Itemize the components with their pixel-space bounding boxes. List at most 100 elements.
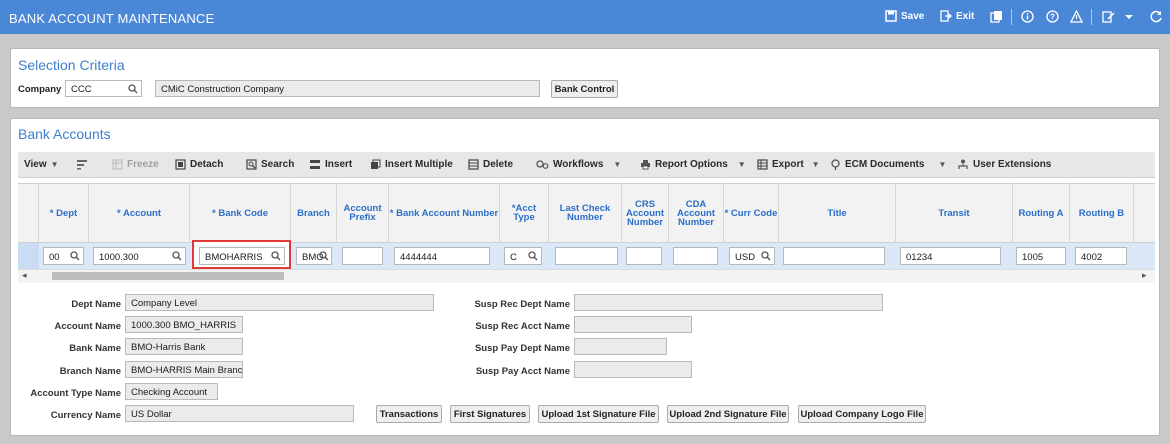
exit-button[interactable]: Exit [940, 10, 974, 22]
account-type-name-field: Checking Account [125, 383, 218, 400]
ecm-documents-menu[interactable]: ECM Documents ▼ [830, 159, 946, 170]
search-button[interactable]: Search [246, 159, 294, 170]
save-button[interactable]: Save [885, 10, 924, 22]
page-title: BANK ACCOUNT MAINTENANCE [9, 11, 215, 26]
upload-1st-signature-button[interactable]: Upload 1st Signature File [538, 405, 659, 423]
search-icon[interactable] [271, 251, 281, 261]
cda-account-number-input[interactable] [673, 247, 718, 265]
ecm-documents-icon [831, 159, 840, 170]
routing-b-input[interactable]: 4002 [1075, 247, 1127, 265]
susp-rec-acct-label: Susp Rec Acct Name [475, 321, 570, 332]
info-icon[interactable] [1021, 10, 1034, 23]
insert-multiple-label: Insert Multiple [385, 159, 453, 170]
chevron-down-icon: ▼ [613, 160, 622, 169]
save-label: Save [901, 10, 925, 22]
bank-code-input[interactable]: BMOHARRIS [199, 247, 285, 265]
insert-button[interactable]: Insert [309, 159, 352, 170]
bank-accounts-title: Bank Accounts [18, 126, 111, 142]
bank-account-number-input[interactable]: 4444444 [394, 247, 490, 265]
crs-account-number-input[interactable] [626, 247, 662, 265]
col-account-prefix[interactable]: Account Prefix [337, 183, 389, 243]
account-type-name-label: Account Type Name [30, 388, 121, 399]
view-menu[interactable]: View ▼ [24, 159, 59, 170]
search-icon[interactable] [528, 251, 538, 261]
search-icon[interactable] [172, 251, 182, 261]
row-selector[interactable] [18, 243, 39, 269]
col-crs-account-number[interactable]: CRS Account Number [622, 183, 669, 243]
insert-multiple-button[interactable]: Insert Multiple [370, 159, 453, 170]
user-extensions-button[interactable]: User Extensions [957, 159, 1051, 170]
col-transit[interactable]: Transit [896, 183, 1013, 243]
search-icon [246, 159, 257, 170]
col-curr-code[interactable]: * Curr Code [724, 183, 779, 243]
col-last-check-number[interactable]: Last Check Number [549, 183, 622, 243]
col-branch[interactable]: Branch [291, 183, 337, 243]
save-icon [885, 10, 897, 22]
col-routing-a[interactable]: Routing A [1013, 183, 1070, 243]
last-check-number-input[interactable] [555, 247, 618, 265]
branch-input[interactable]: BMO- [296, 247, 332, 265]
ecm-documents-label: ECM Documents [845, 159, 925, 170]
delete-button[interactable]: Delete [468, 159, 513, 170]
report-options-menu[interactable]: Report Options ▼ [640, 159, 746, 170]
exit-icon [940, 10, 952, 22]
susp-pay-acct-field [574, 361, 692, 378]
refresh-icon[interactable] [1150, 10, 1163, 23]
col-cda-account-number[interactable]: CDA Account Number [669, 183, 724, 243]
export-menu[interactable]: Export ▼ [757, 159, 820, 170]
col-bank-account-number[interactable]: * Bank Account Number [389, 183, 500, 243]
insert-row-icon [310, 160, 320, 169]
chevron-down-icon: ▼ [50, 160, 59, 169]
account-name-field: 1000.300 BMO_HARRIS [125, 316, 243, 333]
col-routing-b[interactable]: Routing B [1070, 183, 1134, 243]
routing-a-input[interactable]: 1005 [1016, 247, 1066, 265]
search-icon[interactable] [319, 251, 329, 261]
acct-type-input[interactable]: C [504, 247, 542, 265]
detach-label: Detach [190, 159, 224, 170]
account-cell: 1000.300 [99, 252, 139, 263]
transit-input[interactable]: 01234 [900, 247, 1001, 265]
account-input[interactable]: 1000.300 [93, 247, 186, 265]
search-label: Search [261, 159, 295, 170]
chevron-down-icon[interactable] [1124, 12, 1134, 22]
col-dept[interactable]: * Dept [39, 183, 89, 243]
search-icon[interactable] [70, 251, 80, 261]
workflows-menu[interactable]: Workflows ▼ [536, 159, 621, 170]
bank-name-label: Bank Name [69, 343, 121, 354]
upload-company-logo-button[interactable]: Upload Company Logo File [798, 405, 926, 423]
dept-input[interactable]: 00 [43, 247, 84, 265]
susp-rec-dept-field [574, 294, 883, 311]
detach-button[interactable]: Detach [175, 159, 223, 170]
account-prefix-input[interactable] [342, 247, 383, 265]
dept-cell: 00 [49, 252, 60, 263]
freeze-button[interactable]: Freeze [112, 159, 159, 170]
chevron-down-icon: ▼ [737, 160, 746, 169]
dept-name-field: Company Level [125, 294, 434, 311]
edit-icon[interactable] [1102, 10, 1115, 23]
copy-icon[interactable] [990, 10, 1003, 23]
first-signatures-button[interactable]: First Signatures [450, 405, 530, 423]
help-icon[interactable]: ? [1046, 10, 1059, 23]
freeze-icon [112, 159, 123, 170]
query-filter-button[interactable] [76, 158, 88, 170]
transactions-button[interactable]: Transactions [376, 405, 442, 423]
bank-control-button[interactable]: Bank Control [551, 80, 618, 98]
title-input[interactable] [783, 247, 885, 265]
company-name-field: CMiC Construction Company [155, 80, 540, 97]
scroll-left-icon[interactable]: ◂ [22, 270, 27, 281]
printer-icon [641, 160, 650, 170]
scrollbar-thumb[interactable] [52, 272, 284, 280]
warning-icon[interactable] [1070, 10, 1083, 23]
scroll-right-icon[interactable]: ▸ [1142, 270, 1147, 281]
col-bank-code[interactable]: * Bank Code [190, 183, 291, 243]
company-input[interactable]: CCC [65, 80, 142, 97]
curr-code-input[interactable]: USD [729, 247, 775, 265]
search-icon[interactable] [128, 84, 138, 94]
upload-2nd-signature-button[interactable]: Upload 2nd Signature File [667, 405, 789, 423]
workflows-label: Workflows [553, 159, 604, 170]
search-icon[interactable] [761, 251, 771, 261]
col-account[interactable]: * Account [89, 183, 190, 243]
col-acct-type[interactable]: *Acct Type [500, 183, 549, 243]
susp-pay-dept-label: Susp Pay Dept Name [474, 343, 570, 354]
col-title[interactable]: Title [779, 183, 896, 243]
